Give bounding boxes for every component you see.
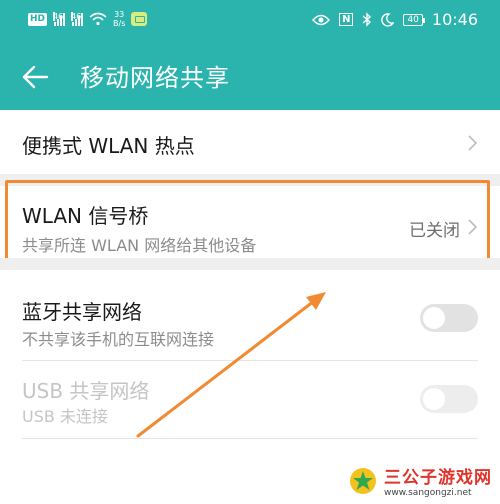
moon-icon bbox=[381, 12, 395, 27]
network-speed-unit: B/s bbox=[113, 19, 126, 28]
toggle-knob bbox=[423, 388, 445, 410]
chevron-right-icon bbox=[468, 135, 478, 151]
usb-tethering-toggle bbox=[420, 385, 478, 413]
page-title: 移动网络共享 bbox=[80, 64, 230, 92]
watermark-name: 三公子游戏网 bbox=[384, 468, 492, 488]
settings-item-usb-tethering: USB 共享网络 USB 未连接 bbox=[0, 361, 500, 437]
settings-item-title: 蓝牙共享网络 bbox=[22, 300, 142, 324]
settings-item-title: 便携式 WLAN 热点 bbox=[22, 134, 195, 158]
bluetooth-tethering-toggle[interactable] bbox=[420, 304, 478, 332]
watermark-logo-icon bbox=[350, 467, 376, 494]
bluetooth-icon bbox=[362, 12, 372, 27]
back-arrow-icon[interactable] bbox=[20, 62, 50, 92]
notification-app-icon bbox=[131, 12, 148, 26]
status-bar-left: HD 46 46 33 B/s bbox=[28, 10, 148, 28]
network-speed-value: 33 bbox=[114, 10, 125, 19]
signal-icon: 46 bbox=[53, 12, 66, 26]
status-bar: HD 46 46 33 B/s N 40 10:46 bbox=[0, 0, 500, 38]
network-speed: 33 B/s bbox=[113, 10, 125, 28]
eye-icon bbox=[312, 14, 331, 25]
highlight-box bbox=[5, 180, 490, 264]
nfc-icon: N bbox=[339, 13, 354, 26]
settings-item-subtitle: USB 未连接 bbox=[22, 407, 108, 426]
hd-badge: HD bbox=[28, 12, 48, 26]
settings-item-portable-hotspot[interactable]: 便携式 WLAN 热点 bbox=[0, 110, 500, 174]
settings-item-title: USB 共享网络 bbox=[22, 379, 150, 403]
signal-icon: 46 bbox=[71, 12, 84, 26]
toggle-knob bbox=[423, 307, 445, 329]
clock: 10:46 bbox=[431, 10, 478, 29]
watermark: 三公子游戏网 www.sangongzi.net bbox=[348, 463, 492, 498]
wifi-icon bbox=[89, 12, 107, 26]
watermark-url: www.sangongzi.net bbox=[384, 488, 472, 498]
settings-item-bluetooth-tethering[interactable]: 蓝牙共享网络 不共享该手机的互联网连接 bbox=[0, 270, 500, 360]
battery-icon: 40 bbox=[403, 13, 426, 26]
app-header: HD 46 46 33 B/s N 40 10:46 移动网络共享 bbox=[0, 0, 500, 110]
status-bar-right: N 40 10:46 bbox=[312, 10, 478, 29]
network-type-label: 46 bbox=[53, 12, 64, 21]
network-type-label: 46 bbox=[71, 12, 82, 21]
settings-item-subtitle: 不共享该手机的互联网连接 bbox=[22, 330, 215, 349]
watermark-text: 三公子游戏网 www.sangongzi.net bbox=[384, 463, 492, 498]
divider bbox=[22, 438, 478, 439]
nav-bar: 移动网络共享 bbox=[0, 48, 500, 104]
section-divider bbox=[0, 258, 500, 270]
